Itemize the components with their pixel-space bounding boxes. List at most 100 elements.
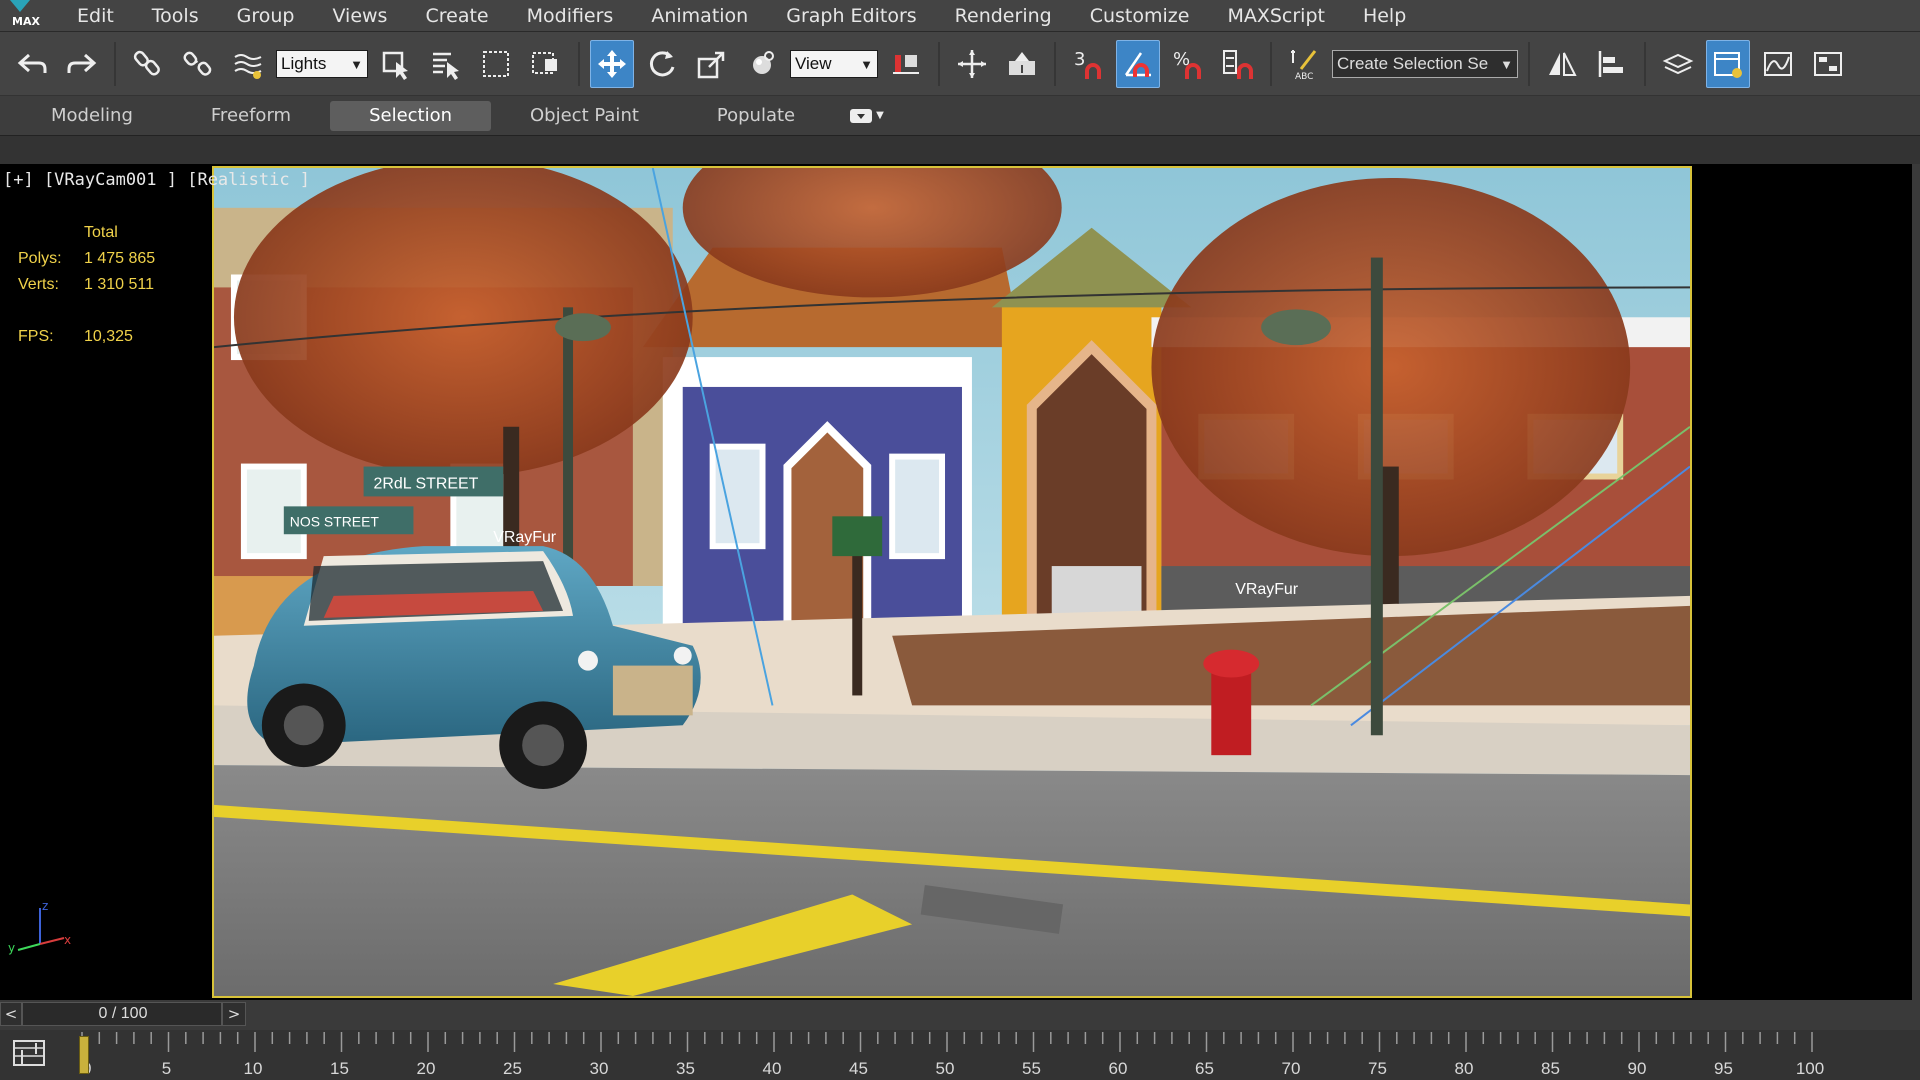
toolbar-separator xyxy=(114,41,116,86)
toolbar-separator xyxy=(1270,41,1272,86)
menu-rendering[interactable]: Rendering xyxy=(936,0,1071,32)
menu-graph-editors[interactable]: Graph Editors xyxy=(767,0,935,32)
menu-maxscript[interactable]: MAXScript xyxy=(1208,0,1344,32)
ruler-label-55: 55 xyxy=(1022,1059,1041,1078)
selection-filter-value: Lights xyxy=(281,53,327,73)
ribbon-tabs: Modeling Freeform Selection Object Paint… xyxy=(0,96,1920,136)
menu-create[interactable]: Create xyxy=(406,0,507,32)
placement-icon[interactable] xyxy=(740,40,784,88)
select-link-icon[interactable] xyxy=(126,40,170,88)
time-next-button[interactable]: > xyxy=(222,1002,246,1026)
mirror-icon[interactable] xyxy=(1540,40,1584,88)
layer-explorer-icon[interactable] xyxy=(1656,40,1700,88)
edit-named-sets-icon[interactable]: ABC xyxy=(1282,40,1326,88)
named-selection-value: Create Selection Se xyxy=(1337,53,1489,73)
svg-text:3: 3 xyxy=(1074,49,1085,70)
percent-snap-icon[interactable]: % xyxy=(1166,40,1210,88)
align-icon[interactable] xyxy=(1590,40,1634,88)
ruler-label-95: 95 xyxy=(1714,1059,1733,1078)
toolbar-separator xyxy=(1054,41,1056,86)
menu-edit[interactable]: Edit xyxy=(58,0,133,32)
ruler-label-75: 75 xyxy=(1368,1059,1387,1078)
selection-filter-dropdown[interactable]: Lights ▼ xyxy=(276,49,368,78)
logo-text: MAX xyxy=(12,14,40,28)
tab-object-paint[interactable]: Object Paint xyxy=(491,101,678,131)
select-manipulate-icon[interactable] xyxy=(950,40,994,88)
polys-value: 1 475 865 xyxy=(84,250,156,267)
tab-selection[interactable]: Selection xyxy=(330,100,492,131)
svg-text:ABC: ABC xyxy=(1295,72,1313,81)
logo-triangle-icon xyxy=(10,0,30,12)
named-selection-dropdown[interactable]: Create Selection Se ▼ xyxy=(1332,49,1518,78)
rotate-icon[interactable] xyxy=(640,40,684,88)
scene-explorer-icon[interactable] xyxy=(1706,39,1750,88)
tab-populate[interactable]: Populate xyxy=(678,101,834,131)
ribbon-minimize-toggle[interactable]: ▼ xyxy=(850,108,884,123)
frame-ruler[interactable]: 0510152025303540455055606570758085909510… xyxy=(72,1030,1920,1080)
ruler-label-20: 20 xyxy=(417,1059,436,1078)
tab-freeform[interactable]: Freeform xyxy=(172,101,330,131)
time-slider-track[interactable]: 0 / 100 xyxy=(22,1002,222,1026)
track-bar[interactable]: 0510152025303540455055606570758085909510… xyxy=(0,1030,1920,1080)
menu-animation[interactable]: Animation xyxy=(632,0,767,32)
ruler-label-5: 5 xyxy=(162,1059,171,1078)
toolbar-separator xyxy=(1528,41,1530,86)
viewport[interactable]: [+] [VRayCam001 ] [Realistic ] Total Pol… xyxy=(0,164,1920,1000)
ruler-label-85: 85 xyxy=(1541,1059,1560,1078)
viewport-statistics: Total Polys: 1 475 865 Verts: 1 310 511 FP… xyxy=(18,220,204,350)
viewport-right-edge xyxy=(1912,164,1920,1000)
time-prev-button[interactable]: < xyxy=(0,1002,22,1026)
rectangular-selection-icon[interactable] xyxy=(474,40,518,88)
stats-header: Total xyxy=(84,224,118,241)
angle-snap-icon[interactable] xyxy=(1116,39,1160,88)
vrayfur-label-2: VRayFur xyxy=(1235,581,1299,598)
ribbon-panel xyxy=(0,136,1920,164)
window-crossing-icon[interactable] xyxy=(524,40,568,88)
curve-editor-icon[interactable] xyxy=(1756,40,1800,88)
mini-curve-editor-icon[interactable] xyxy=(12,1038,46,1068)
vrayfur-label-1: VRayFur xyxy=(493,529,557,546)
gizmo-z-label: z xyxy=(42,899,48,913)
redo-icon[interactable] xyxy=(60,40,104,88)
bind-spacewarp-icon[interactable] xyxy=(226,40,270,88)
spinner-snap-icon[interactable] xyxy=(1216,40,1260,88)
menu-customize[interactable]: Customize xyxy=(1071,0,1209,32)
menu-help[interactable]: Help xyxy=(1344,0,1425,32)
toolbar-separator xyxy=(1644,41,1646,86)
gizmo-y-label: y xyxy=(8,941,15,955)
snaps-toggle-icon[interactable]: 3 xyxy=(1066,40,1110,88)
ruler-label-70: 70 xyxy=(1282,1059,1301,1078)
tab-modeling[interactable]: Modeling xyxy=(12,101,172,131)
ruler-label-40: 40 xyxy=(763,1059,782,1078)
scale-icon[interactable] xyxy=(690,40,734,88)
use-pivot-icon[interactable] xyxy=(884,40,928,88)
ribbon-toggle-icon xyxy=(850,108,873,123)
menu-views[interactable]: Views xyxy=(313,0,406,32)
ruler-label-100: 100 xyxy=(1796,1059,1824,1078)
ruler-label-30: 30 xyxy=(590,1059,609,1078)
fps-label: FPS: xyxy=(18,328,54,345)
app-logo[interactable]: MAX xyxy=(0,0,58,32)
schematic-view-icon[interactable] xyxy=(1806,40,1850,88)
ruler-label-45: 45 xyxy=(849,1059,868,1078)
select-by-name-icon[interactable] xyxy=(424,40,468,88)
verts-label: Verts: xyxy=(18,276,59,293)
menu-group[interactable]: Group xyxy=(218,0,314,32)
menu-modifiers[interactable]: Modifiers xyxy=(508,0,633,32)
select-object-icon[interactable] xyxy=(374,40,418,88)
menu-tools[interactable]: Tools xyxy=(133,0,218,32)
time-slider[interactable]: < 0 / 100 > xyxy=(0,1000,1920,1030)
street-sign-2nd: 2RdL STREET xyxy=(374,475,479,492)
ref-coord-dropdown[interactable]: View ▼ xyxy=(790,49,878,78)
street-scene-image: 2RdL STREET NOS STREET VRayFur VRayFur xyxy=(214,168,1690,996)
unlink-icon[interactable] xyxy=(176,40,220,88)
gizmo-x-label: x xyxy=(64,933,71,947)
time-cursor[interactable] xyxy=(79,1036,89,1074)
keyboard-shortcut-icon[interactable] xyxy=(1000,40,1044,88)
move-icon[interactable] xyxy=(590,39,634,88)
time-frame-readout: 0 / 100 xyxy=(98,1005,148,1022)
undo-icon[interactable] xyxy=(10,40,54,88)
ruler-label-50: 50 xyxy=(936,1059,955,1078)
viewport-label-menu[interactable]: [+] [VRayCam001 ] [Realistic ] xyxy=(3,170,310,190)
camera-view-render[interactable]: 2RdL STREET NOS STREET VRayFur VRayFur xyxy=(212,166,1692,998)
